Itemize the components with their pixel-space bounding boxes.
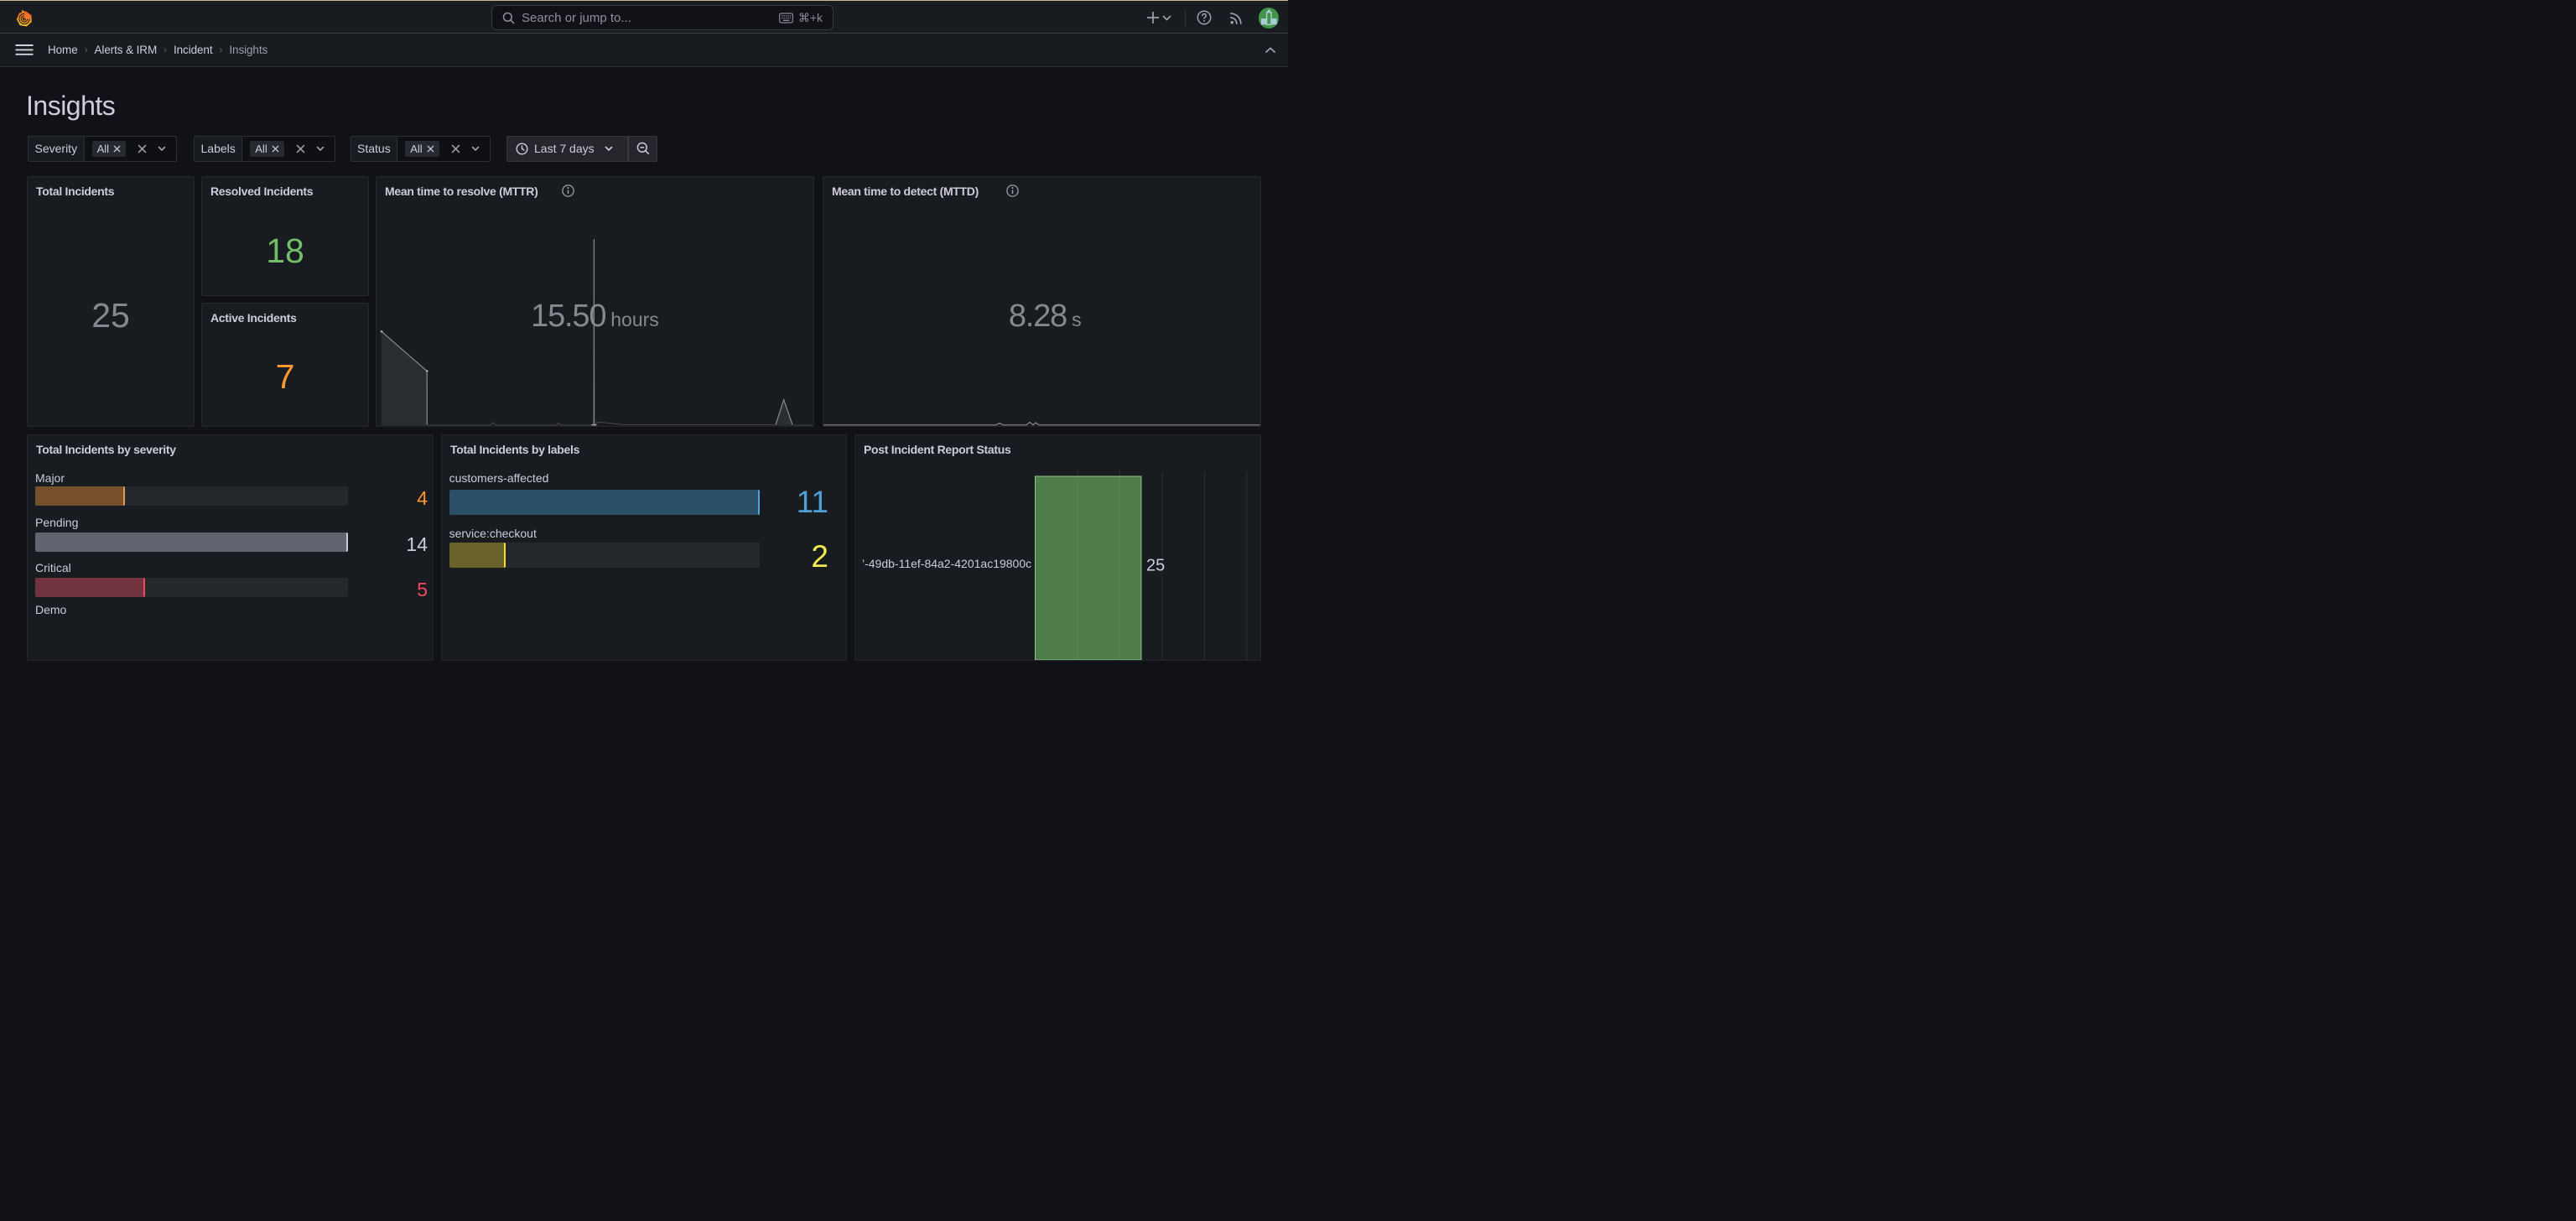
svg-text:25: 25 [1146, 556, 1165, 574]
